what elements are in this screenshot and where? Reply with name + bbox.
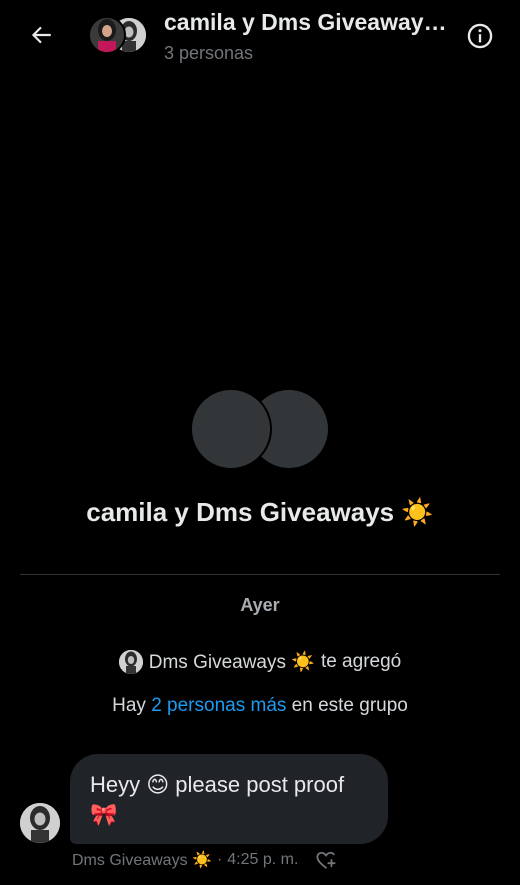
back-button[interactable]	[22, 16, 60, 54]
members-suffix: en este grupo	[291, 695, 408, 716]
divider	[20, 574, 500, 575]
message-text: Heyy 😊 please post proof	[90, 772, 345, 797]
info-circle-icon	[467, 23, 493, 49]
member-count: 3 personas	[164, 43, 254, 63]
avatar	[88, 16, 126, 54]
sender-name: Dms Giveaways ☀️	[72, 852, 212, 869]
message-bubble[interactable]: Heyy 😊 please post proof 🎀	[70, 754, 388, 844]
avatar-placeholder	[190, 388, 272, 470]
message-text: 🎀	[90, 802, 118, 827]
message-meta: Dms Giveaways ☀️ · 4:25 p. m.	[72, 850, 337, 870]
date-separator: Ayer	[240, 595, 280, 615]
group-avatar-large	[190, 388, 332, 470]
system-message-added: Dms Giveaways ☀️ te agregó	[0, 650, 520, 674]
info-button[interactable]	[463, 19, 497, 53]
message-time: 4:25 p. m.	[227, 851, 299, 868]
group-avatars[interactable]	[88, 16, 148, 54]
group-name: camila y Dms Giveaways ☀️	[86, 497, 434, 527]
conversation-title[interactable]: camila y Dms Giveaways ☀️	[164, 9, 456, 36]
added-by-name[interactable]: Dms Giveaways ☀️	[149, 650, 315, 674]
members-info: Hay 2 personas más en este grupo	[0, 695, 520, 717]
avatar	[118, 650, 143, 674]
add-reaction-button[interactable]	[315, 850, 337, 870]
conversation-header: camila y Dms Giveaways ☀️ 3 personas	[0, 0, 520, 74]
heart-plus-icon	[316, 851, 336, 869]
sender-avatar[interactable]	[20, 803, 60, 843]
meta-separator: ·	[216, 851, 223, 868]
added-text: te agregó	[320, 651, 402, 672]
arrow-left-icon	[31, 26, 51, 44]
members-prefix: Hay	[112, 695, 146, 716]
more-members-link[interactable]: 2 personas más	[151, 695, 286, 716]
